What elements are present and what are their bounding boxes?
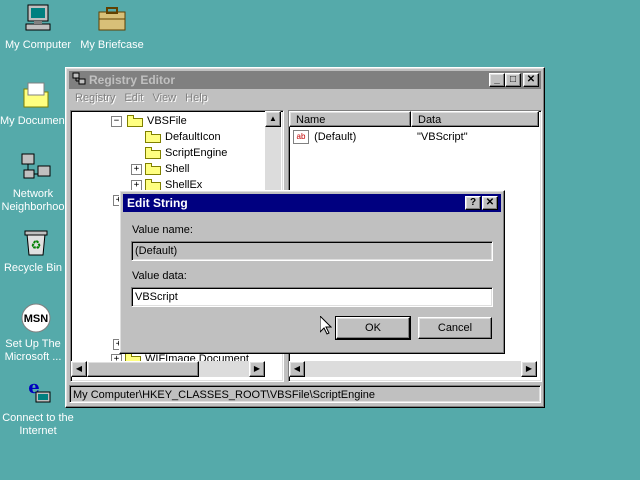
desktop-icon-label: My Documen — [0, 115, 65, 127]
dialog-title-bar[interactable]: Edit String ? ✕ — [123, 194, 501, 212]
tree-item-label: Shell — [165, 163, 190, 175]
help-button[interactable]: ? — [465, 196, 481, 210]
tree-item-shell[interactable]: + Shell — [131, 161, 189, 177]
tree-item-scriptengine[interactable]: ScriptEngine — [145, 145, 227, 161]
folder-icon — [145, 163, 161, 176]
desktop-icon-label: Recycle Bin — [3, 262, 63, 274]
folder-open-icon — [145, 147, 161, 160]
close-button[interactable]: ✕ — [482, 196, 498, 210]
desktop-icon-recycle-bin[interactable]: ♻ Recycle Bin — [0, 226, 68, 275]
menu-view[interactable]: View — [152, 92, 176, 104]
svg-text:♻: ♻ — [31, 238, 42, 252]
scroll-left-button[interactable]: ◀ — [71, 361, 87, 377]
tree-item-vbsfile[interactable]: − VBSFile — [111, 113, 187, 129]
expand-icon[interactable]: + — [131, 164, 142, 175]
computer-icon — [22, 3, 54, 35]
briefcase-icon — [96, 3, 128, 35]
value-name: (Default) — [314, 131, 357, 143]
scroll-right-button[interactable]: ▶ — [249, 361, 265, 377]
values-horizontal-scrollbar[interactable]: ◀ ▶ — [289, 361, 537, 377]
menu-registry[interactable]: Registry — [75, 92, 115, 104]
tree-item-defaulticon[interactable]: DefaultIcon — [145, 129, 221, 145]
desktop-icon-label: My Briefcase — [80, 39, 144, 51]
value-name-label: Value name: — [132, 224, 193, 236]
value-data-input[interactable]: VBScript — [131, 287, 493, 307]
menu-bar: Registry Edit View Help — [69, 90, 541, 108]
desktop-icon-my-documents[interactable]: My Documen — [0, 79, 68, 128]
network-icon — [20, 152, 52, 184]
menu-edit[interactable]: Edit — [124, 92, 143, 104]
menu-help[interactable]: Help — [185, 92, 208, 104]
close-button[interactable]: ✕ — [523, 73, 539, 87]
desktop-icon-my-computer[interactable]: My Computer — [0, 3, 76, 52]
string-value-icon: ab — [293, 130, 309, 145]
cancel-button[interactable]: Cancel — [418, 317, 492, 339]
desktop-icon-label: Set Up The Microsoft ... — [4, 338, 62, 363]
scroll-right-button[interactable]: ▶ — [521, 361, 537, 377]
desktop-icon-network[interactable]: Network Neighborhoo — [0, 152, 68, 214]
value-data-label: Value data: — [132, 270, 187, 282]
status-bar: My Computer\HKEY_CLASSES_ROOT\VBSFile\Sc… — [69, 385, 541, 403]
minimize-button[interactable]: _ — [489, 73, 505, 87]
registry-editor-icon — [72, 72, 86, 86]
desktop-icon-label: Network Neighborhoo — [1, 188, 65, 213]
column-header-data[interactable]: Data — [411, 111, 539, 127]
column-header-name[interactable]: Name — [289, 111, 411, 127]
svg-text:MSN: MSN — [24, 313, 49, 325]
folder-icon — [145, 131, 161, 144]
value-row-default[interactable]: ab (Default) "VBScript" — [293, 129, 533, 145]
tree-item-label: ScriptEngine — [165, 147, 228, 159]
edit-string-dialog: Edit String ? ✕ Value name: (Default) Va… — [119, 190, 505, 354]
ok-button[interactable]: OK — [335, 316, 411, 340]
value-name-field: (Default) — [131, 241, 493, 261]
tree-horizontal-scrollbar[interactable]: ◀ ▶ — [71, 361, 265, 377]
desktop-icon-label: Connect to the Internet — [2, 412, 74, 437]
desktop-icon-my-briefcase[interactable]: My Briefcase — [74, 3, 150, 52]
dialog-title: Edit String — [127, 196, 188, 210]
msn-icon: MSN — [20, 302, 52, 334]
documents-folder-icon — [20, 79, 52, 111]
scroll-up-button[interactable]: ▲ — [265, 111, 281, 127]
tree-item-label: DefaultIcon — [165, 131, 221, 143]
scroll-thumb[interactable] — [87, 361, 199, 377]
internet-connect-icon: e — [22, 376, 54, 408]
collapse-icon[interactable]: − — [111, 116, 122, 127]
folder-open-icon — [127, 115, 143, 128]
desktop-icon-msn[interactable]: MSN Set Up The Microsoft ... — [0, 302, 68, 364]
mouse-cursor-icon — [319, 314, 333, 335]
window-title: Registry Editor — [89, 73, 176, 87]
desktop-icon-label: My Computer — [4, 39, 72, 51]
value-data: "VBScript" — [417, 131, 468, 143]
maximize-button[interactable]: □ — [505, 73, 521, 87]
scroll-left-button[interactable]: ◀ — [289, 361, 305, 377]
window-title-bar[interactable]: Registry Editor _ □ ✕ — [69, 71, 541, 89]
recycle-bin-icon: ♻ — [20, 226, 52, 258]
tree-item-label: VBSFile — [147, 115, 187, 127]
